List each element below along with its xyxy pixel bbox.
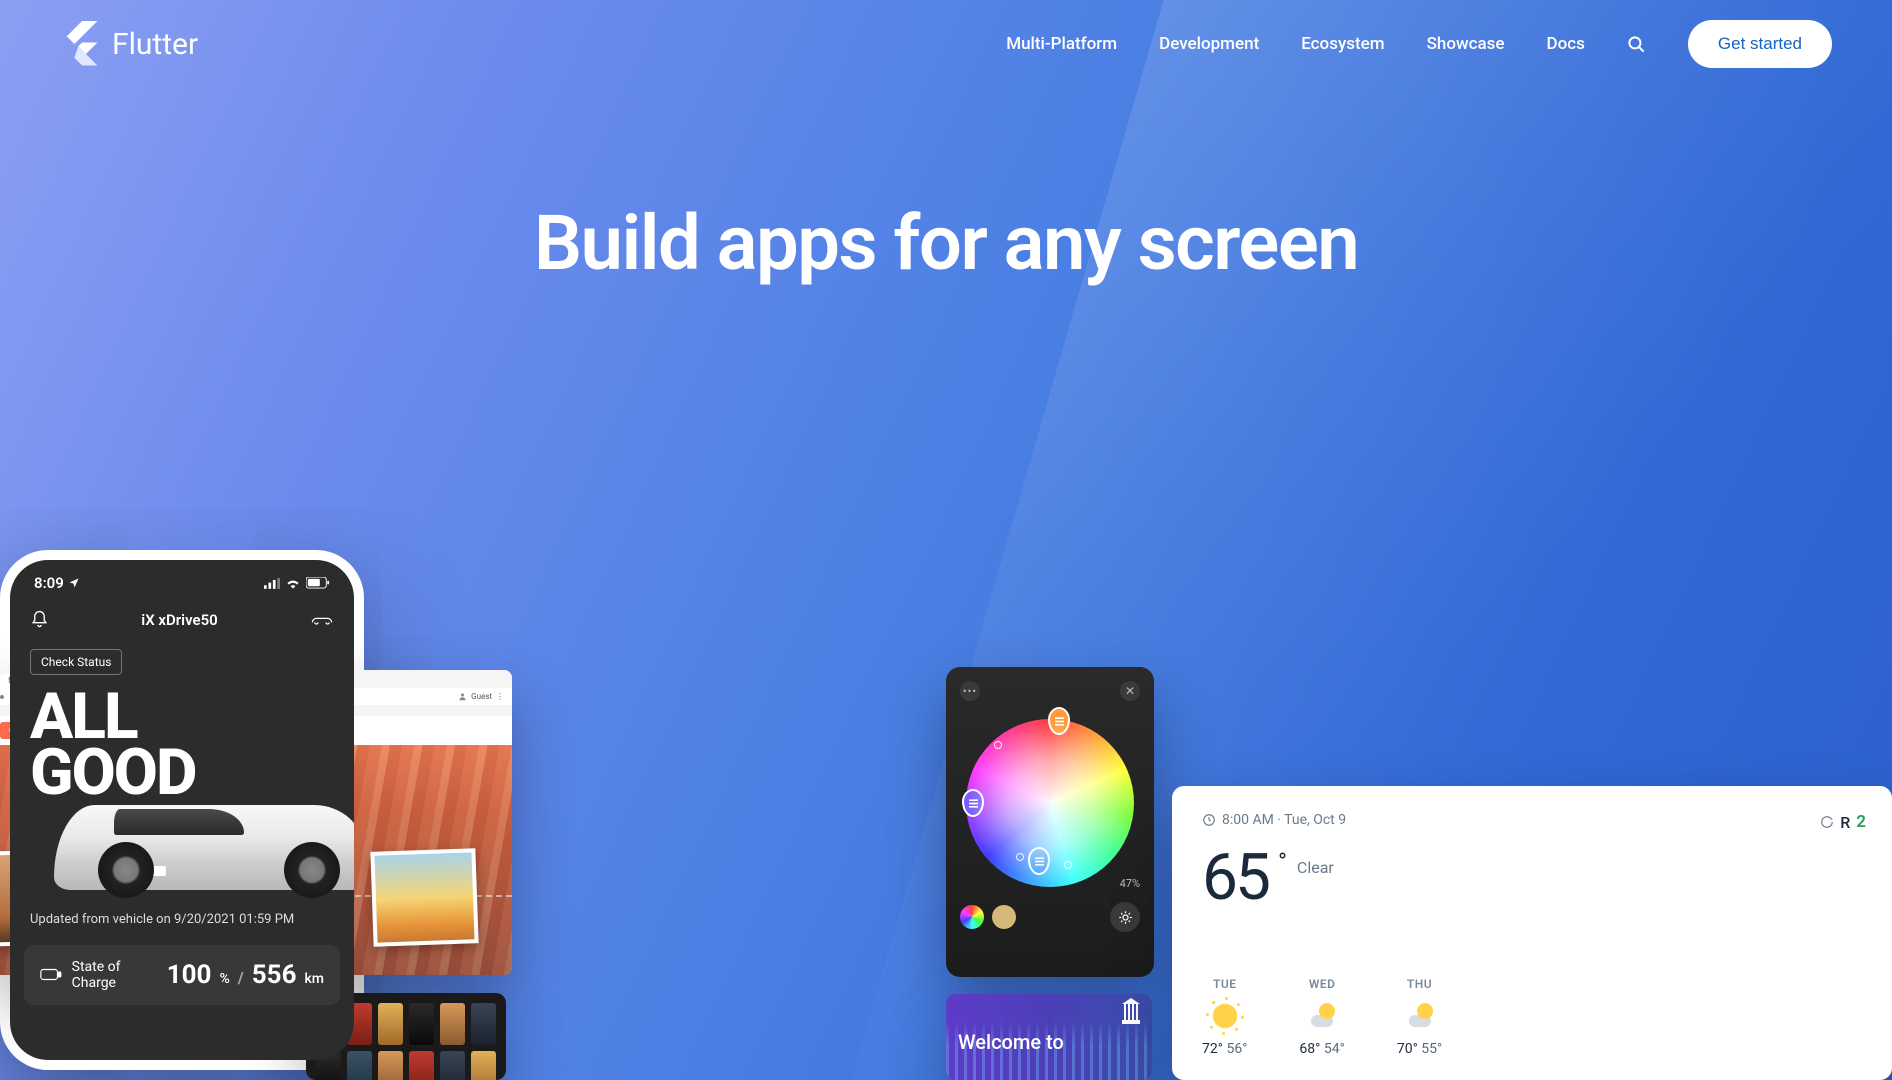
game-thumb [378,1051,403,1080]
nav-development[interactable]: Development [1159,34,1259,54]
sun-icon [1210,1001,1240,1031]
weather-time: 8:00 AM · Tue, Oct 9 [1202,812,1862,828]
partly-cloudy-icon [1307,1001,1337,1031]
weather-forecast: TUE 72° 56° WED 68° 54° THU 70° 55° [1202,977,1862,1057]
showcase-weather-card: 8:00 AM · Tue, Oct 9 65 ° Clear R 2 TUE … [1172,786,1892,1080]
brightness-icon [1110,902,1140,932]
photo-van [370,848,478,947]
game-thumb [440,1003,465,1045]
wifi-icon [285,577,301,589]
state-of-charge-card: State of Charge 100 % / 556 km [24,945,340,1005]
flutter-logo-icon [60,21,98,67]
flutter-logo[interactable]: Flutter [60,21,198,67]
phone-updated-text: Updated from vehicle on 9/20/2021 01:59 … [10,904,354,935]
swatch-warm [992,905,1016,929]
brand-name: Flutter [112,27,198,62]
forecast-day: WED 68° 54° [1299,977,1344,1057]
color-pin-blue [1028,847,1050,875]
game-thumb [440,1051,465,1080]
car-illustration [10,784,354,904]
browser-user-chip: Guest ⋮ [458,692,504,701]
soc-unit: % [219,971,229,987]
battery-icon [306,577,330,589]
location-arrow-icon [68,577,80,589]
game-thumb [347,1051,372,1080]
showcase-color-picker: ••• ✕ 47% [946,667,1154,977]
close-icon: ✕ [1120,681,1140,701]
weather-temp: 65 [1202,840,1268,915]
refresh-icon [1820,815,1834,829]
color-pin-orange [1048,707,1070,735]
main-nav: Multi-Platform Development Ecosystem Sho… [1006,20,1832,68]
game-thumb [409,1003,434,1045]
building-icon [1122,998,1140,1024]
header: Flutter Multi-Platform Development Ecosy… [0,0,1892,88]
phone-time: 8:09 [34,574,64,592]
range-value: 556 [252,960,297,990]
weather-condition: Clear [1297,858,1334,877]
car-outline-icon [310,613,334,627]
soc-value: 100 [167,960,212,990]
welcome-text: Welcome to [958,1030,1140,1054]
clock-icon [1202,813,1216,827]
degree-icon: ° [1278,848,1287,876]
showcase-phone: 8:09 iX xDrive50 Check Status ALL GOOD [0,550,364,1070]
nav-showcase[interactable]: Showcase [1427,34,1505,54]
showcase-welcome-card: Welcome to [946,994,1152,1080]
get-started-button[interactable]: Get started [1688,20,1832,68]
phone-app-title: iX xDrive50 [141,611,217,629]
device-showcase: flutter folio × flutterfolio.com/vacatio… [0,550,1892,1080]
nav-docs[interactable]: Docs [1547,34,1585,54]
phone-app-bar: iX xDrive50 [10,598,354,641]
swatch-rainbow [960,905,984,929]
partly-cloudy-icon [1405,1001,1435,1031]
bell-icon [30,610,49,629]
hero-heading: Build apps for any screen [0,198,1892,288]
battery-outline-icon [40,968,62,981]
color-wheel [966,719,1134,887]
game-thumb [471,1003,496,1045]
game-thumb [378,1003,403,1045]
search-icon[interactable] [1627,35,1646,54]
cellular-icon [264,578,280,589]
more-icon: ••• [960,681,980,701]
game-thumb [409,1051,434,1080]
nav-ecosystem[interactable]: Ecosystem [1301,34,1384,54]
soc-label: State of Charge [72,959,167,991]
user-icon [458,692,467,701]
forecast-day: THU 70° 55° [1397,977,1442,1057]
nav-multi-platform[interactable]: Multi-Platform [1006,34,1117,54]
game-thumb [471,1051,496,1080]
check-status-button: Check Status [30,649,122,675]
weather-right-metric: R 2 [1820,812,1866,832]
browser-back-icon [0,695,4,699]
color-pin-purple [962,789,984,817]
range-unit: km [305,971,325,987]
browser-menu-icon: ⋮ [496,692,504,701]
phone-status-bar: 8:09 [10,560,354,598]
phone-headline: ALL GOOD [10,675,354,802]
forecast-day: TUE 72° 56° [1202,977,1247,1057]
